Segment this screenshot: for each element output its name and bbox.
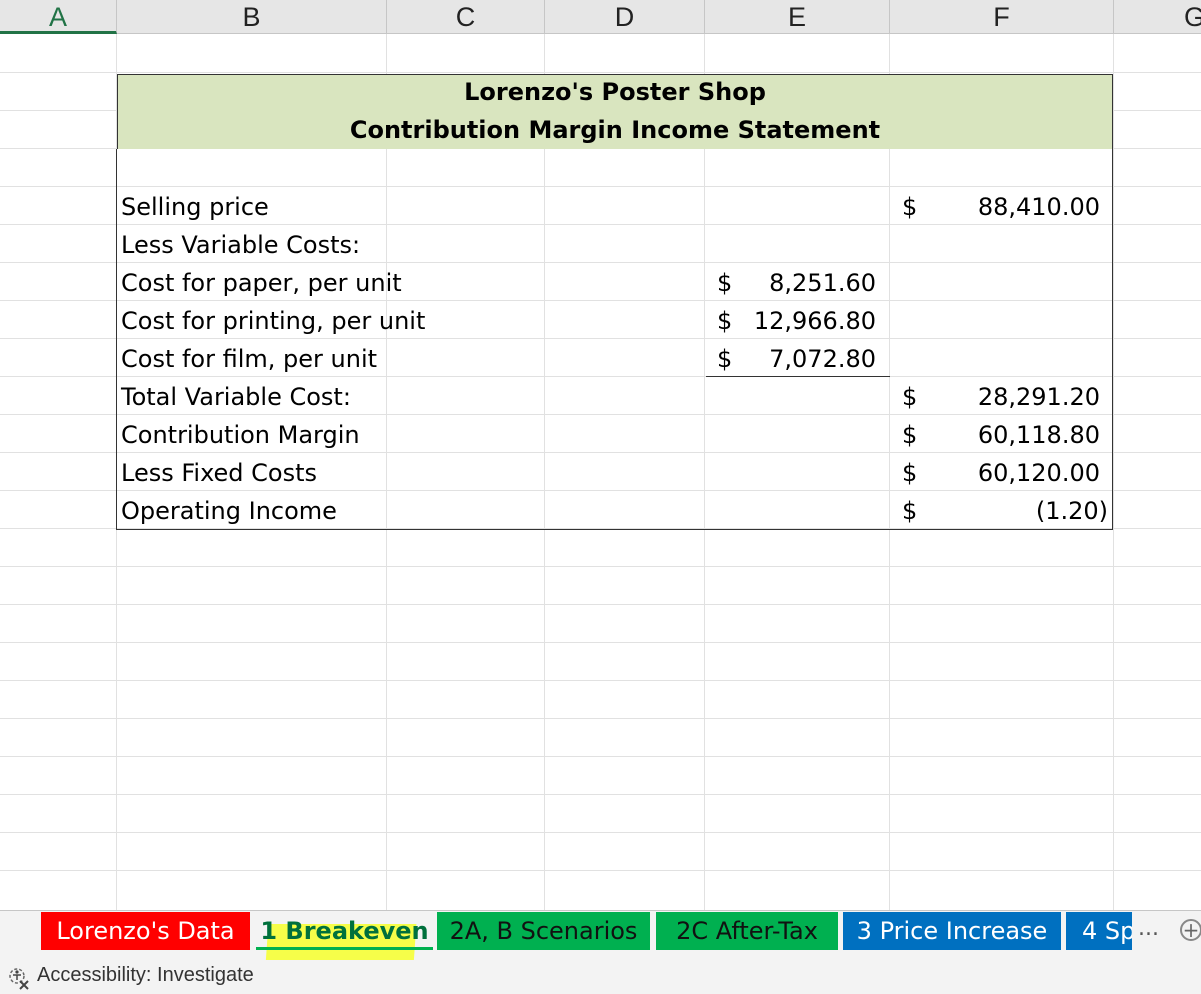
- accessibility-status[interactable]: Accessibility: Investigate: [37, 964, 254, 987]
- column-header-e[interactable]: E: [705, 0, 890, 34]
- sheet-subtitle: Contribution Margin Income Statement: [349, 116, 881, 144]
- sheet-title: Lorenzo's Poster Shop: [464, 78, 766, 106]
- currency-sign: $: [902, 421, 918, 449]
- row-label-selling-price[interactable]: Selling price: [121, 193, 269, 221]
- more-tabs-button[interactable]: ...: [1138, 916, 1159, 941]
- currency-sign: $: [902, 497, 918, 525]
- currency-sign: $: [902, 193, 918, 221]
- column-header-b[interactable]: B: [117, 0, 387, 34]
- film-cost-value[interactable]: 7,072.80: [740, 345, 876, 373]
- row-label-film-cost[interactable]: Cost for film, per unit: [121, 345, 377, 373]
- row-label-operating-income[interactable]: Operating Income: [121, 497, 337, 525]
- printing-cost-value[interactable]: 12,966.80: [740, 307, 876, 335]
- row-label-contribution-margin[interactable]: Contribution Margin: [121, 421, 360, 449]
- currency-sign: $: [717, 307, 733, 335]
- column-header-c[interactable]: C: [387, 0, 545, 34]
- total-variable-cost-value[interactable]: 28,291.20: [930, 383, 1100, 411]
- currency-sign: $: [902, 383, 918, 411]
- currency-sign: $: [902, 459, 918, 487]
- operating-income-value[interactable]: (1.20): [930, 497, 1108, 525]
- tab-4-sp[interactable]: 4 Sp: [1066, 912, 1132, 950]
- tab-after-tax[interactable]: 2C After-Tax: [656, 912, 838, 950]
- accessibility-icon[interactable]: [6, 966, 32, 990]
- column-header-a[interactable]: A: [0, 0, 117, 34]
- plus-circle-icon[interactable]: +: [1180, 919, 1201, 941]
- tab-breakeven[interactable]: 1 Breakeven: [256, 912, 433, 950]
- currency-sign: $: [717, 345, 733, 373]
- paper-cost-value[interactable]: 8,251.60: [740, 269, 876, 297]
- row-label-printing-cost[interactable]: Cost for printing, per unit: [121, 307, 425, 335]
- column-header-g[interactable]: G: [1114, 0, 1201, 34]
- tab-lorenzos-data[interactable]: Lorenzo's Data: [41, 912, 250, 950]
- fixed-costs-value[interactable]: 60,120.00: [930, 459, 1100, 487]
- row-label-paper-cost[interactable]: Cost for paper, per unit: [121, 269, 402, 297]
- row-label-fixed-costs[interactable]: Less Fixed Costs: [121, 459, 317, 487]
- column-header-f[interactable]: F: [890, 0, 1114, 34]
- currency-sign: $: [717, 269, 733, 297]
- row-label-less-variable-costs[interactable]: Less Variable Costs:: [121, 231, 360, 259]
- contribution-margin-value[interactable]: 60,118.80: [930, 421, 1100, 449]
- subtotal-underline: [706, 376, 890, 377]
- selling-price-value[interactable]: 88,410.00: [930, 193, 1100, 221]
- tab-price-increase[interactable]: 3 Price Increase: [843, 912, 1061, 950]
- tab-scenarios[interactable]: 2A, B Scenarios: [437, 912, 650, 950]
- row-label-total-variable-cost[interactable]: Total Variable Cost:: [121, 383, 351, 411]
- column-header-d[interactable]: D: [545, 0, 705, 34]
